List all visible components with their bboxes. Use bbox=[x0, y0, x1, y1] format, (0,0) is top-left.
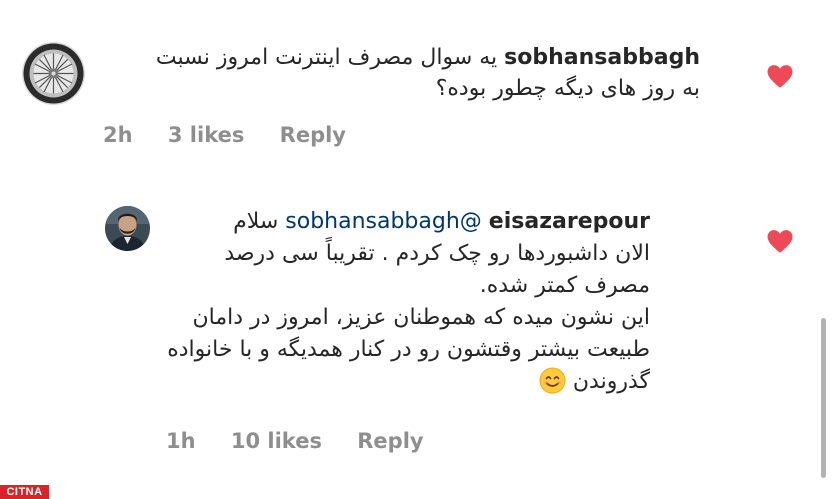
comment-1-line-1: sobhansabbagh یه سوال مصرف اینترنت امروز… bbox=[156, 42, 700, 73]
comment-2-username[interactable]: eisazarepour bbox=[489, 209, 650, 234]
comment-1-meta: 2h 3 likes Reply bbox=[103, 123, 346, 147]
avatar-sobhansabbagh[interactable] bbox=[22, 42, 85, 105]
comment-2-mention[interactable]: @sobhansabbagh bbox=[285, 209, 482, 234]
comment-1-body-line-1: یه سوال مصرف اینترنت امروز نسبت bbox=[155, 45, 498, 70]
watermark-logo: CITNA bbox=[0, 485, 49, 499]
comment-2-body-line-3: این نشون میده که هموطنان عزیز، امروز در … bbox=[192, 305, 650, 330]
comment-2-body-line-2: مصرف کمتر شده. bbox=[479, 273, 650, 298]
comment-2-body-line-5: گذروندن bbox=[572, 369, 650, 394]
comment-2-body-line-1: الان داشبوردها رو چک کردم . تقریباً سی د… bbox=[224, 241, 650, 266]
comment-2-time: 1h bbox=[166, 429, 196, 453]
comment-1-text: sobhansabbagh یه سوال مصرف اینترنت امروز… bbox=[156, 42, 700, 104]
comment-2-meta: 1h 10 likes Reply bbox=[166, 429, 424, 453]
comments-screen: sobhansabbagh یه سوال مصرف اینترنت امروز… bbox=[0, 0, 835, 499]
comment-1-reply-button[interactable]: Reply bbox=[280, 123, 346, 147]
vertical-scrollbar[interactable] bbox=[821, 318, 826, 478]
comment-2-line-1: eisazarepour @sobhansabbagh سلام bbox=[167, 206, 650, 238]
comment-1-time: 2h bbox=[103, 123, 133, 147]
heart-icon[interactable] bbox=[767, 64, 793, 88]
comment-2-likes[interactable]: 10 likes bbox=[231, 429, 322, 453]
comment-2-reply-button[interactable]: Reply bbox=[357, 429, 423, 453]
heart-icon[interactable] bbox=[767, 229, 793, 253]
avatar-eisazarepour[interactable] bbox=[105, 206, 150, 251]
comment-1-body-line-2: به روز های دیگه چطور بوده؟ bbox=[435, 76, 700, 101]
comment-2-greeting: سلام bbox=[233, 209, 279, 234]
smiling-face-emoji-icon bbox=[539, 367, 566, 404]
comment-2-text: eisazarepour @sobhansabbagh سلام الان دا… bbox=[167, 206, 650, 404]
comment-1-username[interactable]: sobhansabbagh bbox=[504, 45, 700, 70]
comment-2-line-6: گذروندن bbox=[167, 366, 650, 404]
comment-1-likes[interactable]: 3 likes bbox=[168, 123, 244, 147]
comment-2-body-line-4: طبیعت بیشتر وقتشون رو در کنار همدیگه و ب… bbox=[167, 337, 650, 362]
